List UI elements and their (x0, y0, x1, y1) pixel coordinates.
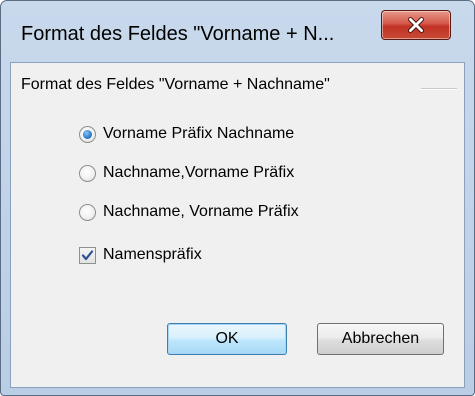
ok-button[interactable]: OK (167, 323, 287, 355)
group-box-line (421, 88, 457, 90)
radio-button[interactable] (79, 125, 96, 143)
namenspraefix-checkbox-row[interactable]: Namenspräfix (79, 243, 202, 267)
radio-option-nachname-komma-vorname-praefix[interactable]: Nachname, Vorname Präfix (79, 200, 299, 224)
namenspraefix-checkbox[interactable] (79, 246, 96, 264)
radio-label: Nachname, Vorname Präfix (103, 203, 299, 220)
radio-button[interactable] (79, 203, 96, 221)
cancel-button[interactable]: Abbrechen (317, 323, 444, 355)
group-box-label: Format des Feldes "Vorname + Nachname" (21, 76, 334, 94)
radio-label: Nachname,Vorname Präfix (103, 164, 295, 181)
radio-button[interactable] (79, 164, 96, 182)
radio-option-vorname-praefix-nachname[interactable]: Vorname Präfix Nachname (79, 122, 294, 146)
checkmark-icon (81, 249, 94, 260)
radio-option-nachname-vorname-praefix[interactable]: Nachname,Vorname Präfix (79, 161, 294, 185)
close-icon (408, 17, 424, 33)
window-title: Format des Feldes "Vorname + N... (21, 23, 335, 45)
radio-label: Vorname Präfix Nachname (103, 125, 295, 142)
close-button[interactable] (381, 10, 451, 40)
title-bar[interactable]: Format des Feldes "Vorname + N... (1, 1, 474, 61)
dialog-window: Format des Feldes "Vorname + N... Format… (0, 0, 475, 396)
checkbox-label: Namenspräfix (103, 246, 202, 263)
